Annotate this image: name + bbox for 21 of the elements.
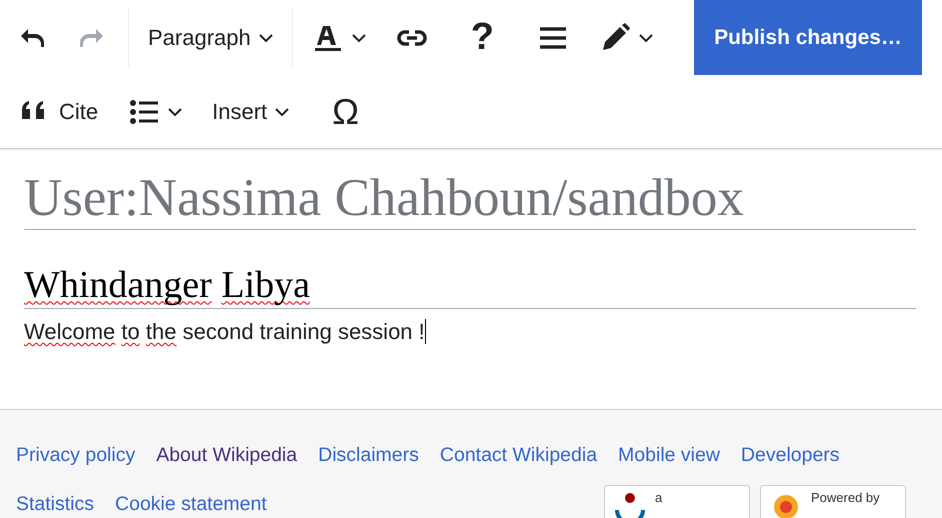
- caret-icon: [258, 32, 273, 42]
- special-character-button[interactable]: Ω: [304, 84, 388, 140]
- cite-button[interactable]: Cite: [4, 84, 114, 140]
- caret-icon: [275, 106, 290, 116]
- footer-link[interactable]: Statistics: [16, 493, 94, 516]
- page-title: User:Nassima Chahboun/sandbox: [24, 169, 916, 230]
- footer-link[interactable]: Privacy policy: [16, 444, 136, 467]
- wikimedia-badge[interactable]: a: [604, 485, 750, 518]
- section-heading: Whindanger Libya: [24, 264, 916, 309]
- footer-link[interactable]: Contact Wikipedia: [440, 444, 598, 467]
- mediawiki-badge[interactable]: Powered by: [760, 485, 906, 518]
- dropdown-button[interactable]: Paragraph: [133, 10, 288, 66]
- footer-link[interactable]: Cookie statement: [115, 493, 267, 516]
- publish-button[interactable]: Publish changes…: [694, 0, 922, 75]
- help-button[interactable]: ?: [442, 10, 522, 66]
- footer-link[interactable]: Developers: [740, 444, 840, 467]
- paragraph: Welcome to the second training session !: [24, 318, 427, 345]
- footer-link[interactable]: About Wikipedia: [156, 444, 298, 467]
- footer-link[interactable]: Mobile view: [618, 444, 720, 467]
- dropdown-button[interactable]: Insert: [197, 84, 304, 140]
- footer-link[interactable]: Disclaimers: [318, 444, 419, 467]
